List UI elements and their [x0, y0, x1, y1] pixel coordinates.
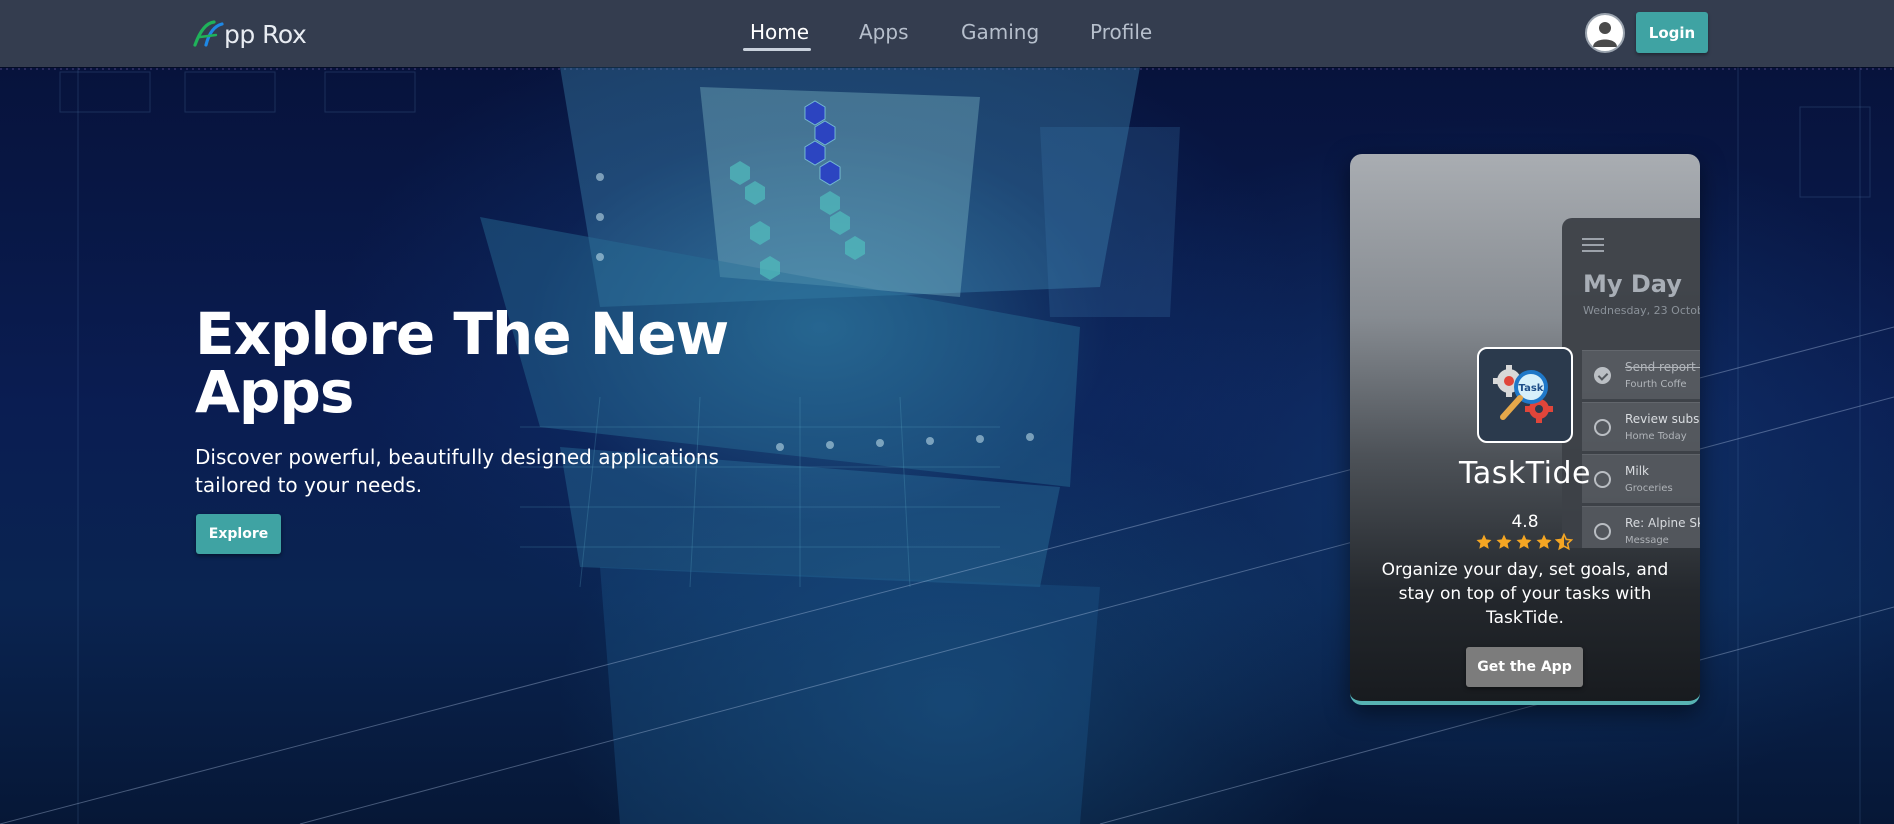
star-half-icon — [1555, 533, 1573, 551]
login-button[interactable]: Login — [1636, 12, 1708, 53]
task-meta: Message — [1625, 535, 1669, 546]
task-checked-icon — [1594, 367, 1611, 384]
task-unchecked-icon — [1594, 419, 1611, 436]
app-description: Organize your day, set goals, and stay o… — [1381, 560, 1669, 628]
logo-text: pp Rox — [224, 19, 307, 49]
app-preview-screenshot: My Day Wednesday, 23 Octob Send report t… — [1562, 218, 1700, 548]
user-avatar-icon[interactable] — [1585, 13, 1625, 53]
app-rating-value: 4.8 — [1511, 512, 1539, 532]
preview-task-row: Review subsc Home Today — [1582, 402, 1700, 451]
star-full-icon — [1476, 534, 1492, 549]
gear-magnifier-icon: Task — [1493, 365, 1553, 423]
star-full-icon — [1516, 534, 1532, 549]
task-name: Send report t — [1625, 360, 1700, 374]
preview-title: My Day — [1583, 270, 1682, 298]
nav-home[interactable]: Home — [750, 20, 809, 44]
task-meta: Fourth Coffe — [1625, 379, 1687, 390]
app-icon-label: Task — [1519, 383, 1544, 394]
task-meta: Home Today — [1625, 431, 1687, 442]
preview-date: Wednesday, 23 Octob — [1583, 304, 1700, 317]
hero-subtitle: Discover powerful, beautifully designed … — [195, 445, 719, 497]
nav-apps[interactable]: Apps — [859, 20, 909, 44]
preview-task-row: Send report t Fourth Coffe — [1582, 350, 1700, 399]
nav-profile[interactable]: Profile — [1090, 20, 1152, 44]
star-full-icon — [1496, 534, 1512, 549]
get-the-app-button[interactable]: Get the App — [1466, 647, 1583, 687]
hero-title: Explore The New Apps — [195, 300, 729, 426]
task-name: Review subsc — [1625, 412, 1700, 426]
logo-mark-icon — [193, 20, 224, 47]
tasktide-app-icon[interactable]: Task — [1477, 347, 1573, 443]
rating-stars — [1475, 533, 1575, 553]
star-full-icon — [1536, 534, 1552, 549]
hamburger-menu-icon — [1582, 238, 1604, 256]
brand-logo[interactable]: pp Rox — [192, 18, 307, 50]
app-name: TaskTide — [1459, 456, 1591, 491]
user-silhouette-icon — [1593, 22, 1617, 47]
nav-active-indicator — [743, 48, 811, 51]
nav-gaming[interactable]: Gaming — [961, 20, 1039, 44]
featured-app-card: My Day Wednesday, 23 Octob Send report t… — [1350, 154, 1700, 705]
top-navbar: pp Rox Home Apps Gaming Profile Login — [0, 0, 1894, 67]
explore-button[interactable]: Explore — [196, 514, 281, 554]
